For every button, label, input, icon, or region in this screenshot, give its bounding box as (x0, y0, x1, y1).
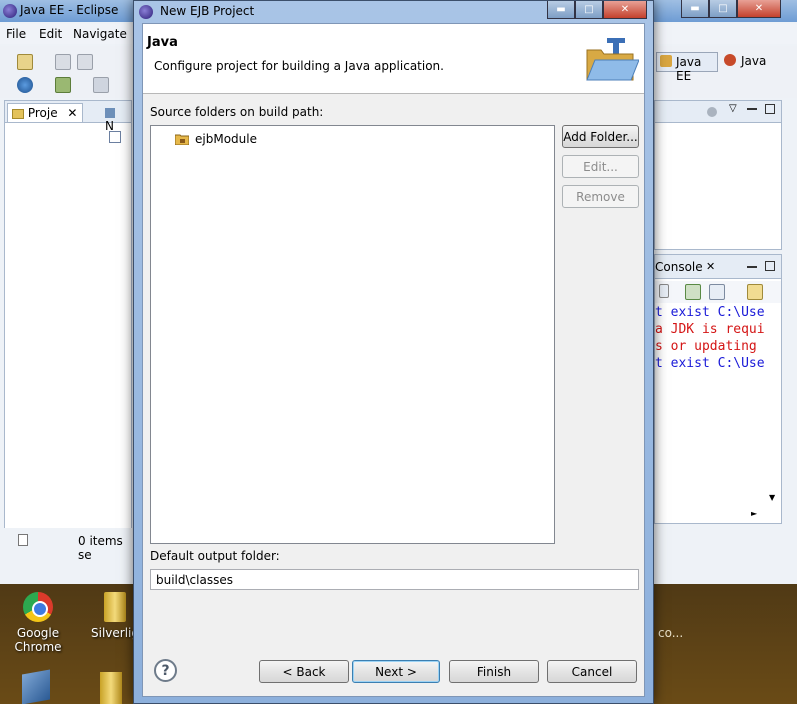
console-line: s or updating (655, 339, 765, 354)
desktop-icon-label: Google (16, 626, 60, 640)
close-icon[interactable]: ✕ (706, 260, 715, 273)
console-line: t exist C:\Use (655, 356, 765, 371)
left-panel-tabs: Proje ✕ N (5, 101, 131, 133)
tab-project-explorer-label: Proje (27, 106, 58, 120)
new-icon[interactable] (17, 54, 33, 70)
scroll-lock-icon[interactable] (659, 284, 669, 298)
back-button[interactable]: < Back (259, 660, 349, 683)
java-ee-perspective-icon (660, 55, 672, 67)
perspective-java-label: Java (741, 54, 767, 68)
menu-edit[interactable]: Edit (39, 27, 62, 41)
desktop-icon-google-chrome[interactable]: Google Chrome (3, 592, 73, 654)
next-button[interactable]: Next > (352, 660, 440, 683)
console-panel: Console ✕ t exist C:\Use a JDK is requi … (654, 254, 782, 524)
minimize-icon[interactable]: ▬ (547, 1, 575, 19)
scroll-right-icon[interactable]: ► (751, 509, 757, 518)
project-explorer-panel: Proje ✕ N (4, 100, 132, 576)
view-menu-icon[interactable] (707, 107, 717, 117)
pin-console-icon[interactable] (685, 284, 701, 300)
display-console-icon[interactable] (709, 284, 725, 300)
perspective-java-ee-label: Java EE (676, 55, 702, 83)
close-icon[interactable]: ✕ (603, 1, 647, 19)
close-icon[interactable]: ✕ (67, 106, 77, 120)
chrome-icon (23, 592, 53, 622)
tab-navigator[interactable]: N (101, 103, 131, 133)
virtualbox-icon[interactable] (22, 669, 50, 704)
source-folder-name: ejbModule (195, 132, 257, 146)
minimize-icon[interactable]: ▬ (681, 0, 709, 18)
save-all-icon[interactable] (77, 54, 93, 70)
run-icon[interactable] (55, 77, 71, 93)
console-output[interactable]: t exist C:\Use a JDK is requi s or updat… (655, 305, 781, 505)
eclipse-app-icon (3, 4, 17, 18)
deploy-icon[interactable] (93, 77, 109, 93)
list-item[interactable]: ejbModule (175, 130, 257, 148)
chevron-down-icon[interactable]: ▽ (729, 103, 737, 114)
console-toolbar (655, 281, 781, 303)
maximize-icon[interactable]: □ (709, 0, 737, 18)
source-folders-list[interactable]: ejbModule (150, 125, 555, 544)
folder-icon (12, 108, 24, 119)
perspective-java-ee[interactable]: Java EE (656, 52, 718, 83)
menu-file[interactable]: File (6, 27, 26, 41)
eclipse-title: Java EE - Eclipse (20, 3, 119, 17)
maximize-view-icon[interactable] (765, 104, 775, 114)
desktop-icon-label: Chrome (14, 640, 62, 654)
console-line: t exist C:\Use (655, 305, 765, 320)
maximize-icon[interactable]: □ (575, 1, 603, 19)
dialog-window-controls: ▬ □ ✕ (547, 1, 647, 19)
menu-navigate[interactable]: Navigate (73, 27, 127, 41)
finish-button[interactable]: Finish (449, 660, 539, 683)
close-icon[interactable]: ✕ (737, 0, 781, 18)
perspective-java[interactable]: Java (722, 52, 782, 72)
remove-button[interactable]: Remove (562, 185, 639, 208)
wizard-page-title: Java (147, 35, 178, 50)
tab-console[interactable]: Console (655, 260, 703, 274)
eclipse-app-icon (139, 5, 153, 19)
minimize-view-icon[interactable] (747, 266, 757, 268)
collapse-all-icon[interactable] (109, 131, 121, 143)
console-tabs: Console ✕ (655, 255, 781, 279)
outline-panel-header: ▽ (655, 101, 781, 123)
eclipse-window-controls: ▬ □ ✕ (681, 0, 781, 18)
status-text: 0 items se (78, 534, 123, 562)
source-folder-icon (175, 134, 189, 145)
globe-icon[interactable] (17, 77, 33, 93)
new-ejb-project-dialog: New EJB Project ▬ □ ✕ Java Configure pro… (133, 0, 654, 704)
cancel-button[interactable]: Cancel (547, 660, 637, 683)
scroll-down-icon[interactable]: ▼ (769, 493, 775, 502)
open-folder-wizard-icon (586, 38, 639, 81)
maximize-view-icon[interactable] (765, 261, 775, 271)
add-folder-button[interactable]: Add Folder... (562, 125, 639, 148)
tab-project-explorer[interactable]: Proje ✕ (7, 103, 83, 122)
output-folder-label: Default output folder: (150, 549, 280, 563)
wizard-page-description: Configure project for building a Java ap… (154, 59, 444, 73)
help-icon[interactable]: ? (154, 659, 177, 682)
console-line: a JDK is requi (655, 322, 765, 337)
folder-icon[interactable] (100, 672, 122, 704)
edit-button[interactable]: Edit... (562, 155, 639, 178)
status-icon (18, 534, 28, 546)
dialog-body: Java Configure project for building a Ja… (142, 23, 645, 697)
minimize-view-icon[interactable] (747, 108, 757, 110)
navigator-icon (105, 107, 115, 118)
outline-panel: ▽ (654, 100, 782, 250)
open-console-icon[interactable] (747, 284, 763, 300)
desktop-partial-label: co... (658, 626, 684, 640)
save-icon[interactable] (55, 54, 71, 70)
wizard-header: Java Configure project for building a Ja… (143, 24, 644, 94)
source-folders-label: Source folders on build path: (150, 105, 324, 119)
dialog-title: New EJB Project (160, 4, 255, 18)
status-bar: 0 items se (4, 528, 132, 580)
output-folder-input[interactable] (150, 569, 639, 590)
folder-icon (104, 592, 126, 622)
dialog-title-bar[interactable]: New EJB Project ▬ □ ✕ (134, 1, 653, 23)
java-perspective-icon (724, 54, 736, 66)
